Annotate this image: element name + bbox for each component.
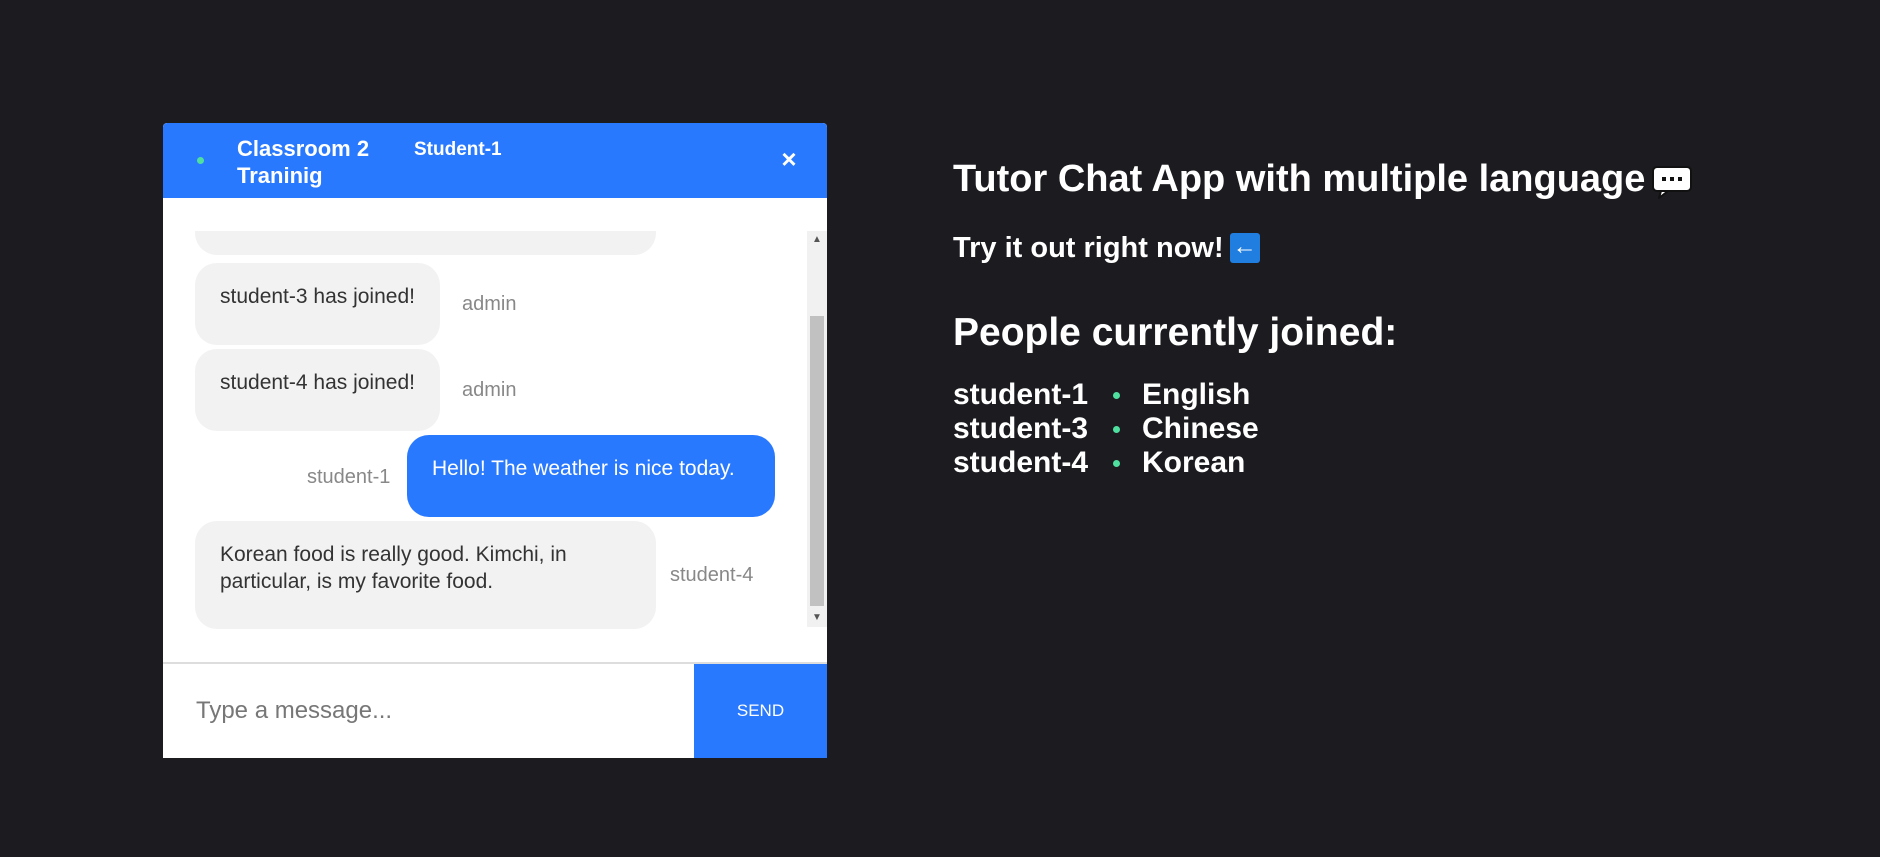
person-language: English xyxy=(1142,378,1251,411)
chat-header: Classroom 2 Traninig Student-1 × xyxy=(163,123,827,198)
message-input[interactable] xyxy=(163,664,694,758)
person-row: student-3 Chinese xyxy=(953,412,1833,446)
person-row: student-4 Korean xyxy=(953,446,1833,480)
app-title: Tutor Chat App with multiple language xyxy=(953,150,1833,208)
message-bubble: student-4 has joined! xyxy=(195,349,440,431)
info-panel: Tutor Chat App with multiple language Tr… xyxy=(953,150,1833,480)
message-bubble-partial xyxy=(195,231,656,255)
message-scrollbar[interactable]: ▲ ▼ xyxy=(807,231,827,627)
room-title: Classroom 2 Traninig xyxy=(237,136,370,188)
person-language: Chinese xyxy=(1142,412,1259,445)
scroll-thumb[interactable] xyxy=(810,316,824,606)
app-title-text: Tutor Chat App with multiple language xyxy=(953,158,1646,200)
left-arrow-icon: ← xyxy=(1229,233,1260,263)
send-button[interactable]: SEND xyxy=(694,664,827,758)
try-it-line: Try it out right now! ← xyxy=(953,228,1833,268)
message-sender: admin xyxy=(462,293,517,315)
message-bubble: Korean food is really good. Kimchi, in p… xyxy=(195,521,656,629)
person-name: student-4 xyxy=(953,446,1088,479)
bullet-dot-icon xyxy=(1113,391,1120,399)
person-name: student-1 xyxy=(953,378,1088,411)
online-status-icon xyxy=(197,157,204,164)
close-button[interactable]: × xyxy=(775,145,803,173)
message-bubble: student-3 has joined! xyxy=(195,263,440,345)
people-list: student-1 English student-3 Chinese stud… xyxy=(953,378,1833,480)
speech-balloon-icon xyxy=(1651,158,1693,199)
person-language: Korean xyxy=(1142,446,1246,479)
message-sender: student-4 xyxy=(670,564,754,586)
chat-window: Classroom 2 Traninig Student-1 × student… xyxy=(163,123,827,758)
bullet-dot-icon xyxy=(1113,425,1120,433)
current-user-label: Student-1 xyxy=(414,139,502,160)
scroll-up-arrow-icon[interactable]: ▲ xyxy=(807,231,827,249)
person-row: student-1 English xyxy=(953,378,1833,412)
bullet-dot-icon xyxy=(1113,459,1120,467)
person-name: student-3 xyxy=(953,412,1088,445)
people-heading: People currently joined: xyxy=(953,311,1398,354)
message-bubble-own: Hello! The weather is nice today. xyxy=(407,435,775,517)
message-sender: admin xyxy=(462,379,517,401)
message-composer: SEND xyxy=(163,662,827,758)
try-it-text: Try it out right now! xyxy=(953,232,1224,264)
message-sender: student-1 xyxy=(307,466,391,488)
scroll-down-arrow-icon[interactable]: ▼ xyxy=(807,609,827,627)
